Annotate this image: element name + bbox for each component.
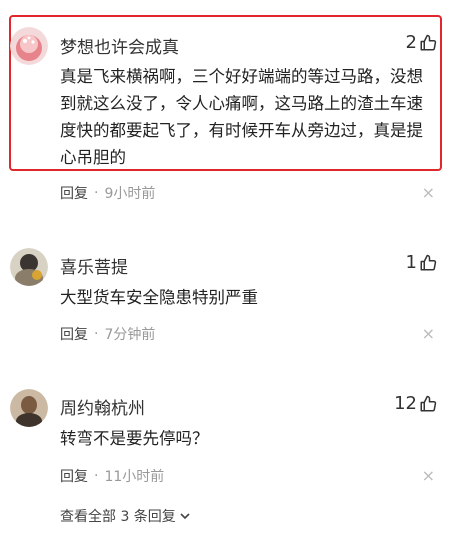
chevron-down-icon	[180, 513, 190, 520]
meta-separator: ·	[94, 185, 99, 201]
avatar[interactable]	[10, 27, 48, 65]
comment-meta: 回复 · 7分钟前	[60, 324, 155, 344]
comment-text: 大型货车安全隐患特别严重	[60, 288, 258, 307]
like-count: 2	[405, 32, 417, 53]
like-count: 1	[405, 252, 417, 273]
username[interactable]: 周约翰杭州	[60, 394, 145, 419]
reply-button[interactable]: 回复	[60, 466, 88, 486]
reply-button[interactable]: 回复	[60, 183, 88, 203]
view-all-replies-link[interactable]: 查看全部 3 条回复	[60, 506, 191, 526]
reply-button[interactable]: 回复	[60, 324, 88, 344]
timestamp: 7分钟前	[104, 327, 156, 343]
comment-item: 梦想也许会成真 2 真是飞来横祸啊，三个好好端端的等过马路，没想到就这么没了，令…	[0, 0, 457, 210]
username[interactable]: 梦想也许会成真	[60, 33, 179, 58]
close-icon[interactable]: ×	[422, 468, 435, 484]
close-icon[interactable]: ×	[422, 185, 435, 201]
comment-meta: 回复 · 9小时前	[60, 183, 155, 203]
thumbs-up-icon	[420, 254, 437, 270]
timestamp: 11小时前	[104, 469, 165, 485]
comment-meta: 回复 · 11小时前	[60, 466, 164, 486]
meta-separator: ·	[94, 326, 99, 342]
comment-text: 真是飞来横祸啊，三个好好端端的等过马路，没想到就这么没了，令人心痛啊，这马路上的…	[60, 67, 423, 167]
close-icon[interactable]: ×	[422, 326, 435, 342]
like-button[interactable]: 12	[394, 393, 437, 414]
avatar[interactable]	[10, 389, 48, 427]
username[interactable]: 喜乐菩提	[60, 253, 128, 278]
like-button[interactable]: 1	[406, 252, 437, 273]
thumbs-up-icon	[420, 34, 437, 50]
view-all-label: 查看全部 3 条回复	[60, 509, 176, 525]
avatar[interactable]	[10, 248, 48, 286]
like-count: 12	[394, 393, 417, 414]
thumbs-up-icon	[420, 395, 437, 411]
timestamp: 9小时前	[104, 186, 156, 202]
like-button[interactable]: 2	[406, 32, 437, 53]
comment-text: 转弯不是要先停吗？	[60, 429, 209, 448]
meta-separator: ·	[94, 468, 99, 484]
